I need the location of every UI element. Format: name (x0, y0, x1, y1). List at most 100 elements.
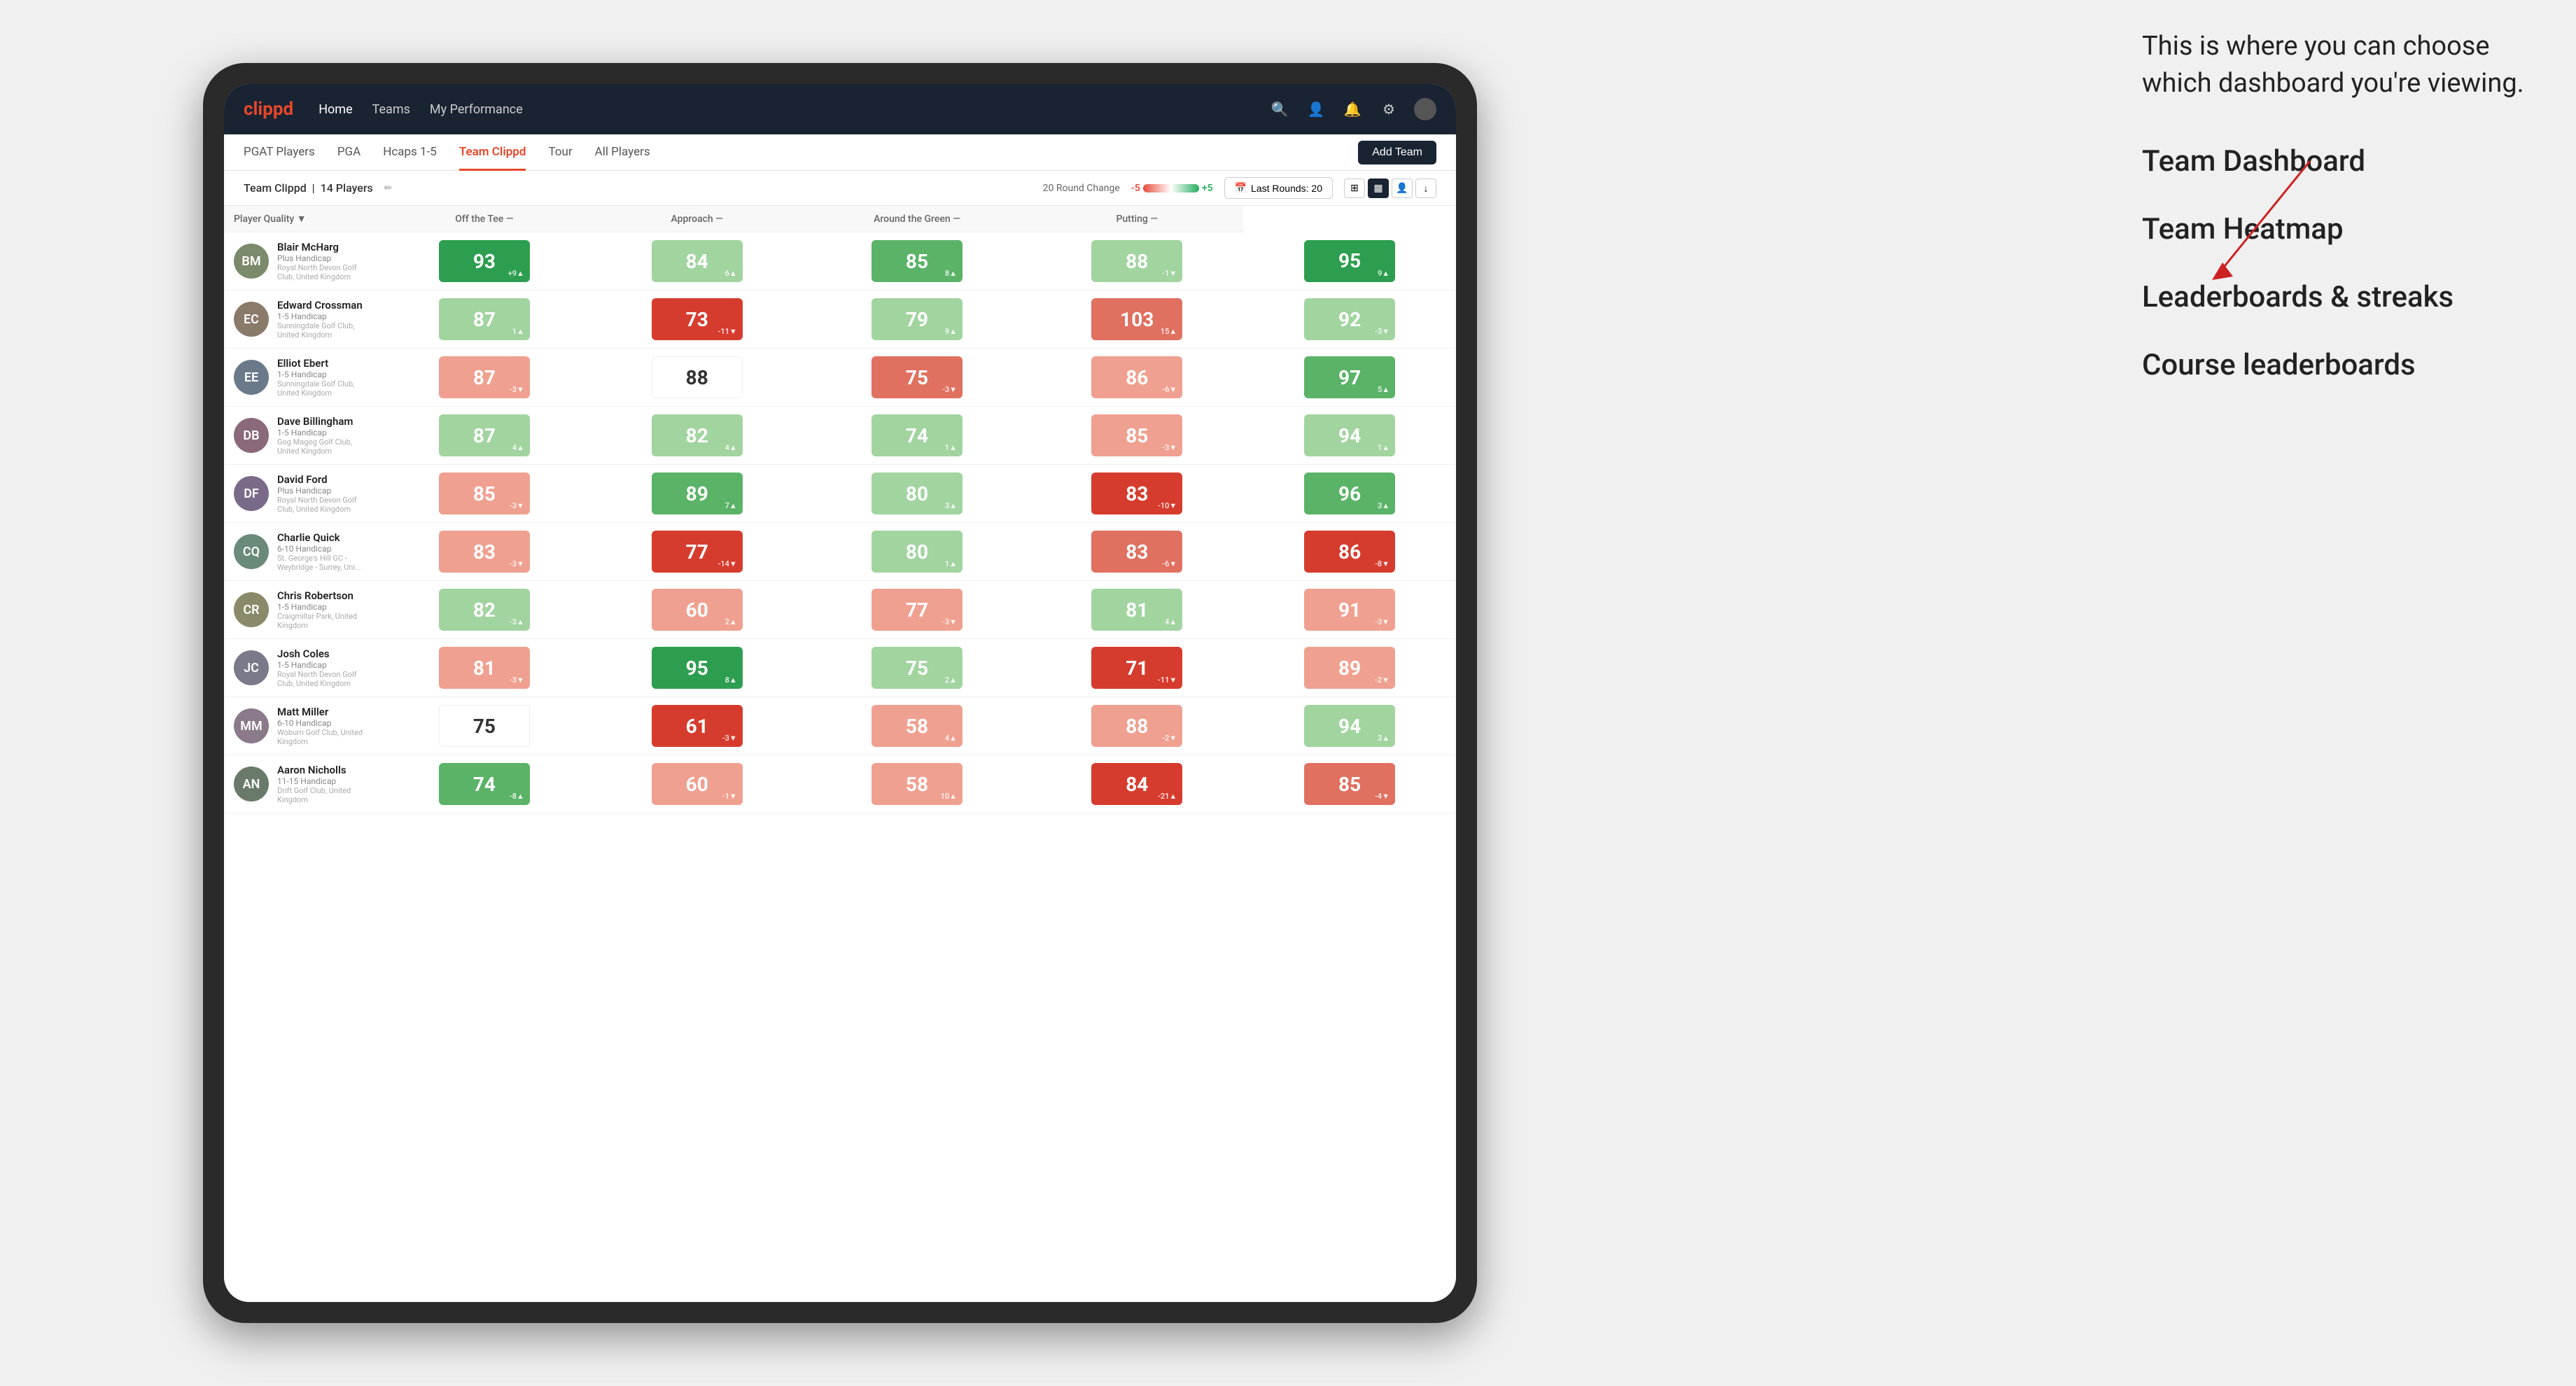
score-value: 85 (1338, 773, 1361, 796)
view-download-button[interactable]: ↓ (1415, 178, 1436, 198)
col-header-player: Player Quality ▼ (224, 206, 378, 232)
score-delta: 2▲ (725, 617, 737, 626)
score-cell-quality: 87-3▼ (378, 349, 591, 407)
annotation-intro: This is where you can choose which dashb… (2142, 28, 2534, 102)
player-cell[interactable]: ECEdward Crossman1-5 HandicapSunningdale… (224, 290, 378, 349)
edit-icon[interactable]: ✏ (384, 183, 393, 194)
col-header-putting: Putting — (1030, 206, 1243, 232)
data-table: Player Quality ▼ Off the Tee — Approach … (224, 206, 1456, 813)
score-value: 93 (473, 250, 496, 273)
table-row[interactable]: DBDave Billingham1-5 HandicapGog Magog G… (224, 407, 1456, 465)
table-row[interactable]: ECEdward Crossman1-5 HandicapSunningdale… (224, 290, 1456, 349)
score-delta: -8▲ (510, 792, 524, 801)
score-cell-off_tee: 61-3▼ (591, 697, 804, 755)
score-cell-approach: 752▲ (804, 639, 1031, 697)
tab-team-clippd[interactable]: Team Clippd (459, 135, 526, 171)
player-avatar: DF (234, 476, 269, 511)
tab-tour[interactable]: Tour (548, 135, 572, 171)
settings-icon[interactable]: ⚙ (1378, 98, 1400, 120)
avatar[interactable] (1414, 98, 1436, 120)
score-value: 60 (686, 773, 708, 796)
player-cell[interactable]: DF David FordPlus HandicapRoyal North Dev… (224, 465, 378, 523)
search-icon[interactable]: 🔍 (1268, 98, 1291, 120)
player-cell[interactable]: CRChris Robertson1-5 HandicapCraigmillar… (224, 581, 378, 639)
player-cell[interactable]: DBDave Billingham1-5 HandicapGog Magog G… (224, 407, 378, 465)
player-name: David Ford (277, 473, 368, 486)
table-row[interactable]: DF David FordPlus HandicapRoyal North Dev… (224, 465, 1456, 523)
score-delta: -3▼ (510, 676, 524, 685)
player-name: Edward Crossman (277, 299, 368, 312)
tab-pga[interactable]: PGA (337, 135, 360, 171)
player-handicap: Plus Handicap (277, 486, 368, 496)
table-row[interactable]: ANAaron Nicholls11-15 HandicapDrift Golf… (224, 755, 1456, 813)
score-cell-off_tee: 77-14▼ (591, 523, 804, 581)
player-club: Royal North Devon Golf Club, United King… (277, 496, 368, 514)
tab-pgat[interactable]: PGAT Players (244, 135, 315, 171)
score-cell-off_tee: 88 (591, 349, 804, 407)
player-handicap: 1-5 Handicap (277, 660, 368, 670)
option-course-leaderboards: Course leaderboards (2142, 348, 2534, 382)
player-name: Matt Miller (277, 706, 368, 718)
score-delta: -6▼ (1162, 559, 1177, 568)
score-delta: 9▲ (945, 327, 957, 336)
score-delta: 10▲ (941, 792, 957, 801)
score-value: 75 (473, 715, 496, 738)
score-value: 84 (1126, 773, 1148, 796)
player-cell[interactable]: ANAaron Nicholls11-15 HandicapDrift Golf… (224, 755, 378, 813)
player-cell[interactable]: CQCharlie Quick6-10 HandicapSt. George's… (224, 523, 378, 581)
player-club: Sunningdale Golf Club, United Kingdom (277, 379, 368, 398)
player-avatar: BM (234, 244, 269, 279)
player-avatar: EE (234, 360, 269, 395)
score-cell-around: 71-11▼ (1030, 639, 1243, 697)
player-cell[interactable]: EEElliot Ebert1-5 HandicapSunningdale Go… (224, 349, 378, 407)
score-delta: -3▲ (510, 617, 524, 626)
nav-my-performance[interactable]: My Performance (430, 102, 523, 117)
score-delta: 1▲ (945, 559, 957, 568)
score-value: 80 (906, 540, 928, 564)
last-rounds-button[interactable]: 📅 Last Rounds: 20 (1224, 177, 1333, 199)
player-cell[interactable]: JCJosh Coles1-5 HandicapRoyal North Devo… (224, 639, 378, 697)
table-row[interactable]: CQCharlie Quick6-10 HandicapSt. George's… (224, 523, 1456, 581)
bell-icon[interactable]: 🔔 (1341, 98, 1364, 120)
col-header-approach: Approach — (591, 206, 804, 232)
player-cell[interactable]: BMBlair McHargPlus HandicapRoyal North D… (224, 232, 378, 290)
table-row[interactable]: JCJosh Coles1-5 HandicapRoyal North Devo… (224, 639, 1456, 697)
score-cell-around: 84-21▲ (1030, 755, 1243, 813)
score-value: 88 (686, 366, 708, 389)
score-value: 89 (686, 482, 708, 505)
nav-teams[interactable]: Teams (372, 102, 410, 117)
table-row[interactable]: BMBlair McHargPlus HandicapRoyal North D… (224, 232, 1456, 290)
score-delta: 1▲ (1378, 443, 1390, 452)
score-cell-off_tee: 602▲ (591, 581, 804, 639)
table-row[interactable]: CRChris Robertson1-5 HandicapCraigmillar… (224, 581, 1456, 639)
score-delta: -3▼ (1375, 617, 1390, 626)
person-icon[interactable]: 👤 (1305, 98, 1327, 120)
score-value: 74 (906, 424, 928, 447)
player-avatar: MM (234, 708, 269, 743)
view-person-button[interactable]: 👤 (1392, 178, 1413, 198)
table-row[interactable]: EEElliot Ebert1-5 HandicapSunningdale Go… (224, 349, 1456, 407)
view-heatmap-button[interactable]: ▦ (1368, 178, 1389, 198)
tab-all-players[interactable]: All Players (595, 135, 650, 171)
view-grid-button[interactable]: ⊞ (1344, 178, 1365, 198)
score-value: 87 (473, 308, 496, 331)
logo: clippd (244, 99, 293, 120)
score-cell-putting: 85-4▼ (1243, 755, 1456, 813)
score-value: 58 (906, 773, 928, 796)
table-row[interactable]: MMMatt Miller6-10 HandicapWoburn Golf Cl… (224, 697, 1456, 755)
player-handicap: 1-5 Handicap (277, 602, 368, 612)
team-title: Team Clippd | 14 Players (244, 181, 373, 195)
nav-home[interactable]: Home (318, 102, 352, 117)
round-change-area: 20 Round Change -5 +5 📅 Last Rounds: 20 … (1043, 177, 1436, 199)
score-cell-off_tee: 897▲ (591, 465, 804, 523)
tablet-screen: clippd Home Teams My Performance 🔍 👤 🔔 ⚙… (224, 84, 1456, 1302)
tab-hcaps[interactable]: Hcaps 1-5 (383, 135, 437, 171)
score-cell-quality: 82-3▲ (378, 581, 591, 639)
score-value: 95 (686, 657, 708, 680)
score-cell-approach: 858▲ (804, 232, 1031, 290)
add-team-button[interactable]: Add Team (1358, 141, 1436, 164)
player-cell[interactable]: MMMatt Miller6-10 HandicapWoburn Golf Cl… (224, 697, 378, 755)
player-name: Blair McHarg (277, 241, 368, 253)
score-delta: 3▲ (945, 501, 957, 510)
nav-links: Home Teams My Performance (318, 102, 1268, 117)
